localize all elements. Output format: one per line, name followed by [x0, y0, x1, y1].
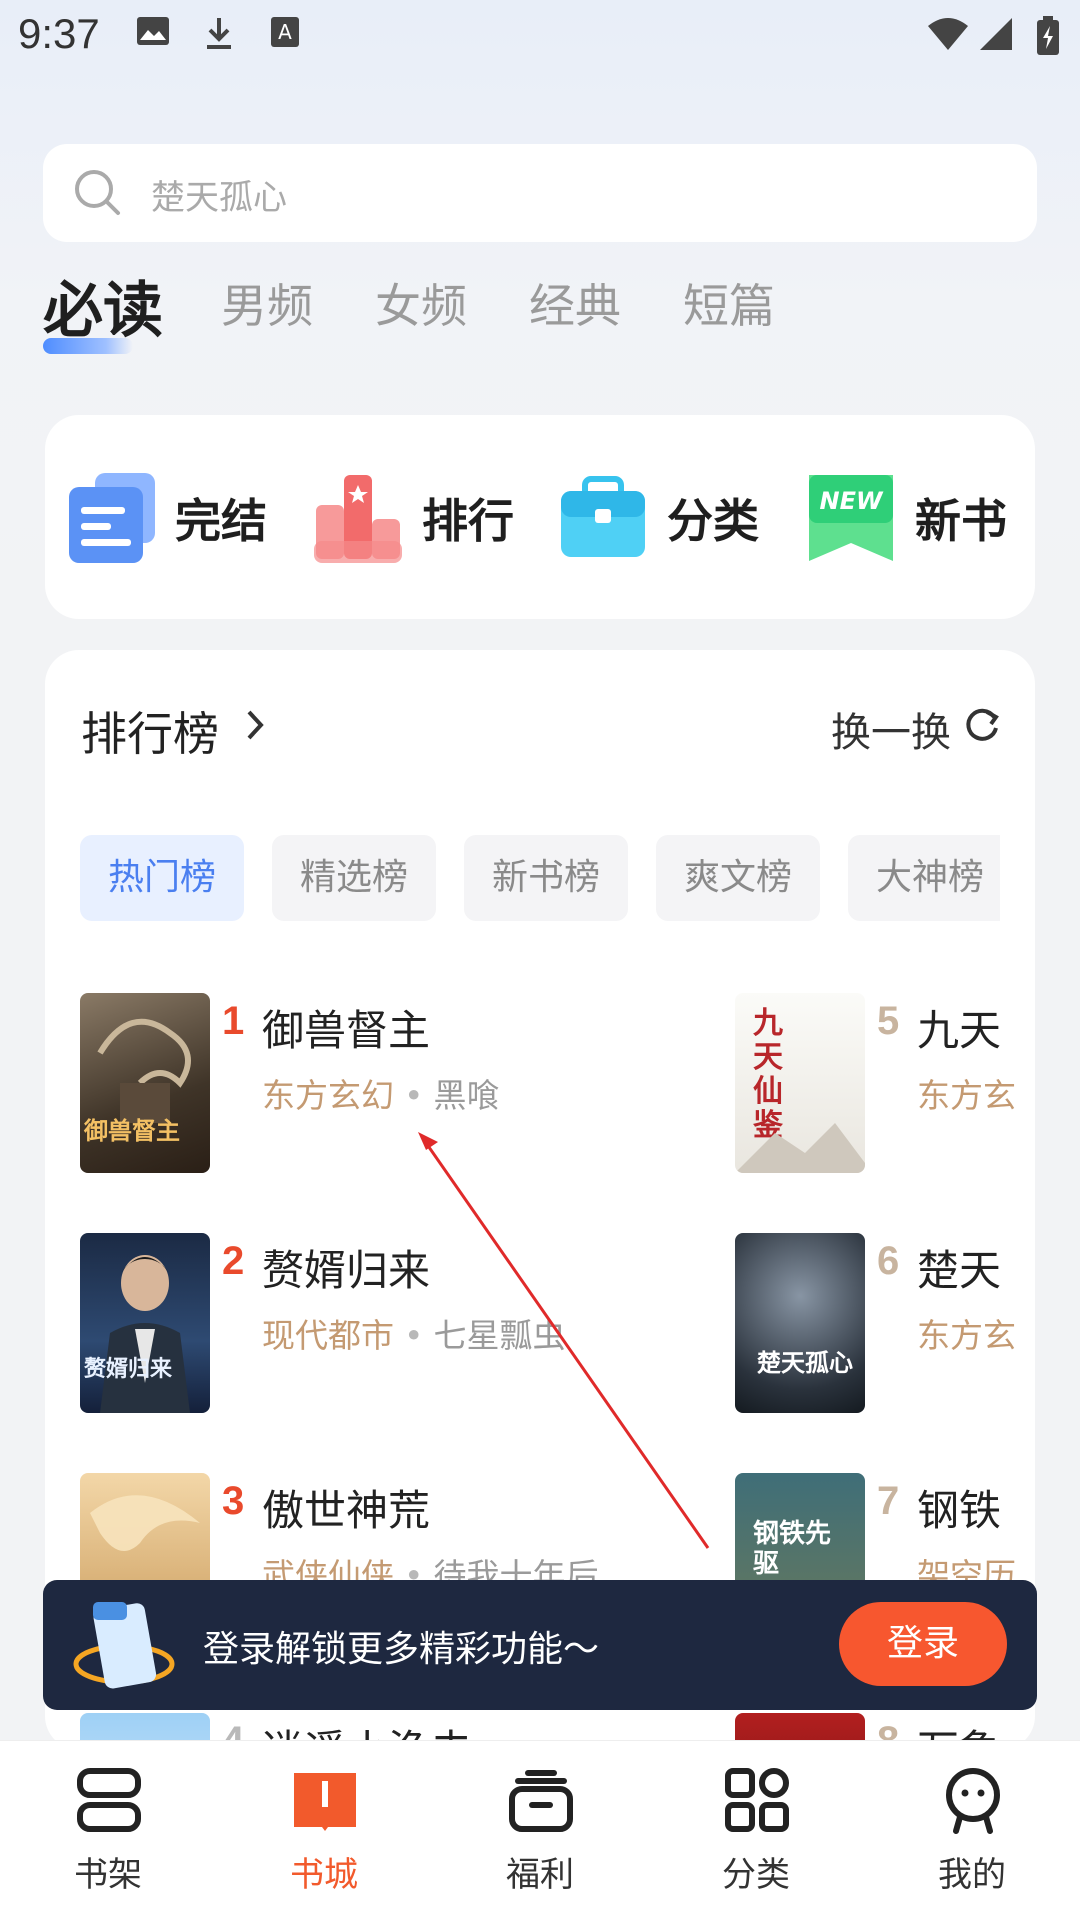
- profile-icon: [946, 1768, 1000, 1834]
- bookstore-icon: [294, 1773, 356, 1831]
- nav-bookshelf[interactable]: 书架: [38, 1765, 178, 1905]
- nav-profile[interactable]: 我的: [902, 1765, 1042, 1905]
- nav-label: 书架: [74, 1855, 142, 1895]
- login-banner-text: 登录解锁更多精彩功能～: [203, 1629, 600, 1670]
- login-banner: 登录解锁更多精彩功能～ 登录: [43, 1580, 1037, 1710]
- nav-label: 福利: [506, 1855, 574, 1895]
- nav-welfare[interactable]: 福利: [470, 1765, 610, 1905]
- nav-bookstore[interactable]: 书城: [254, 1765, 394, 1905]
- login-button[interactable]: 登录: [839, 1602, 1007, 1686]
- gift-icon: [509, 1770, 573, 1832]
- phone-illustration-icon: [73, 1602, 175, 1689]
- nav-category[interactable]: 分类: [686, 1765, 826, 1905]
- nav-label: 我的: [938, 1855, 1006, 1895]
- bookshelf-icon: [77, 1768, 141, 1832]
- bottom-nav: 书架 书城 福利 分类 我的: [0, 1740, 1080, 1920]
- nav-label: 分类: [722, 1855, 790, 1895]
- nav-label: 书城: [290, 1855, 358, 1895]
- grid-icon: [725, 1768, 789, 1832]
